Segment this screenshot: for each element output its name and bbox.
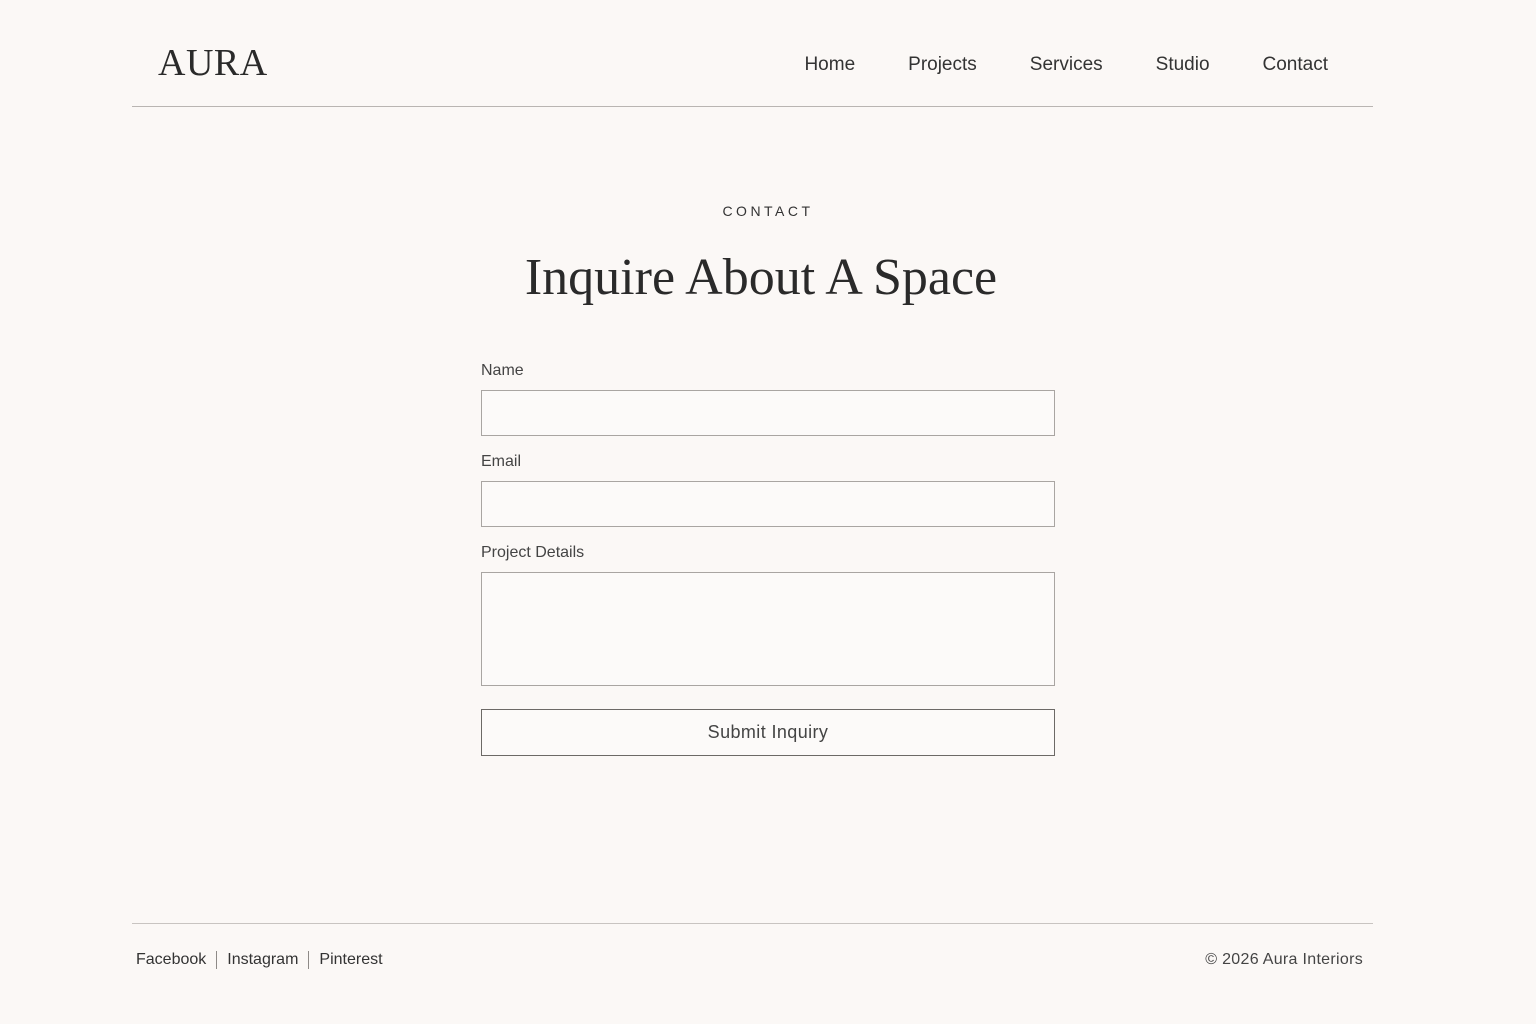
header-divider bbox=[132, 106, 1373, 107]
social-link-instagram[interactable]: Instagram bbox=[227, 950, 298, 970]
copyright-text: © 2026 Aura Interiors bbox=[1205, 951, 1363, 968]
name-label: Name bbox=[481, 362, 524, 379]
social-link-facebook[interactable]: Facebook bbox=[136, 950, 206, 970]
social-links: Facebook Instagram Pinterest bbox=[136, 950, 383, 970]
logo[interactable]: AURA bbox=[158, 44, 268, 82]
social-link-pinterest[interactable]: Pinterest bbox=[319, 950, 382, 970]
nav-item-home[interactable]: Home bbox=[804, 53, 855, 77]
page: AURA Home Projects Services Studio Conta… bbox=[0, 0, 1536, 1024]
submit-inquiry-button[interactable]: Submit Inquiry bbox=[481, 709, 1055, 756]
nav-item-studio[interactable]: Studio bbox=[1156, 53, 1210, 77]
project-details-label: Project Details bbox=[481, 544, 585, 561]
section-eyebrow: CONTACT bbox=[722, 203, 814, 219]
separator bbox=[216, 951, 218, 969]
separator bbox=[308, 951, 310, 969]
footer-divider bbox=[132, 923, 1373, 924]
email-label: Email bbox=[481, 453, 522, 470]
nav-item-contact[interactable]: Contact bbox=[1263, 53, 1328, 77]
nav-item-services[interactable]: Services bbox=[1030, 53, 1103, 77]
nav-item-projects[interactable]: Projects bbox=[908, 53, 977, 77]
name-input[interactable] bbox=[481, 390, 1055, 436]
main-nav: Home Projects Services Studio Contact bbox=[804, 53, 1328, 77]
email-input[interactable] bbox=[481, 481, 1055, 527]
project-details-textarea[interactable] bbox=[481, 572, 1055, 686]
page-title: Inquire About A Space bbox=[524, 249, 998, 306]
